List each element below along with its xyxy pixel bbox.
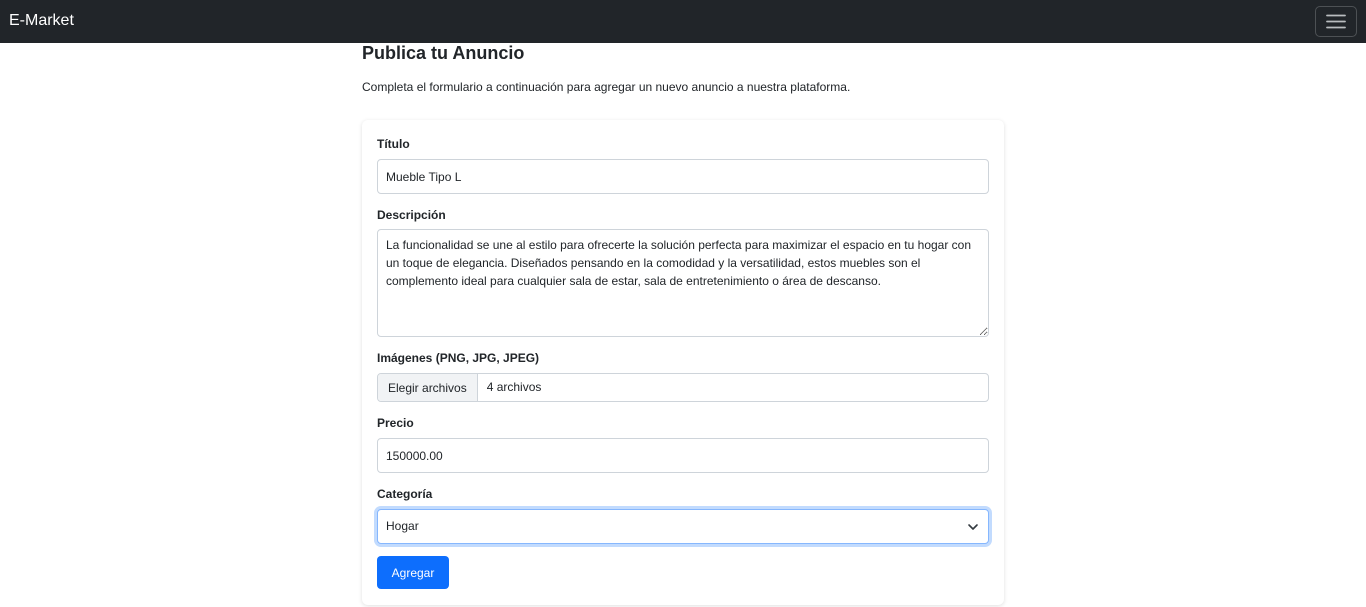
listing-form-card: Título Descripción La funcionalidad se u… [362, 120, 1004, 605]
price-label: Precio [377, 416, 414, 430]
choose-files-button[interactable]: Elegir archivos [378, 374, 478, 401]
title-input[interactable] [377, 159, 989, 194]
description-label: Descripción [377, 208, 446, 222]
page-description: Completa el formulario a continuación pa… [362, 80, 851, 94]
hamburger-menu-icon [1326, 14, 1346, 29]
category-selected-value: Hogar [386, 519, 419, 533]
images-label: Imágenes (PNG, JPG, JPEG) [377, 351, 540, 365]
title-label: Título [377, 137, 410, 151]
top-navbar: E-Market [0, 0, 1366, 43]
price-input[interactable] [377, 438, 989, 473]
navbar-toggler-button[interactable] [1315, 6, 1357, 37]
chevron-down-icon [968, 524, 978, 530]
selected-files-status: 4 archivos [486, 380, 542, 394]
brand-logo-text[interactable]: E-Market [9, 11, 74, 31]
add-button[interactable]: Agregar [377, 556, 449, 589]
page-title: Publica tu Anuncio [362, 43, 525, 63]
category-label: Categoría [377, 487, 433, 501]
images-file-input[interactable]: Elegir archivos 4 archivos [377, 373, 989, 402]
category-select[interactable]: Hogar [377, 509, 989, 544]
description-textarea[interactable]: La funcionalidad se une al estilo para o… [377, 229, 989, 337]
